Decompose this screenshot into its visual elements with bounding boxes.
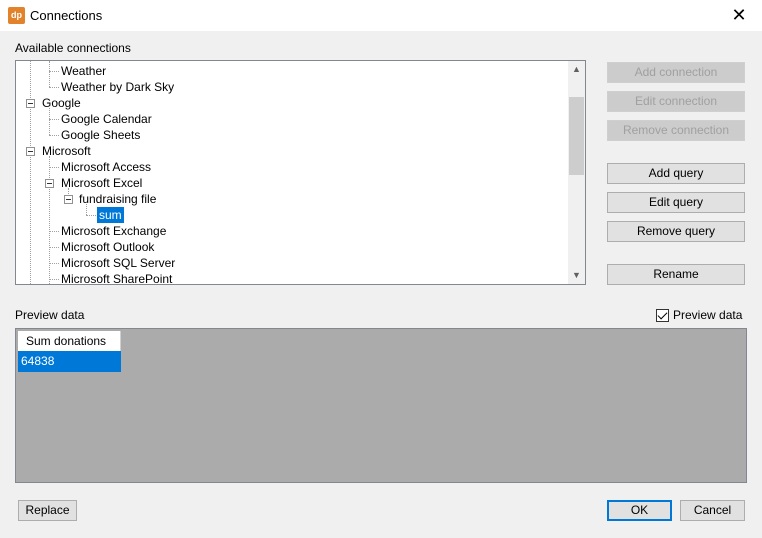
tree-item-microsoft[interactable]: Microsoft — [42, 143, 91, 159]
preview-data-checkbox-label[interactable]: Preview data — [673, 308, 742, 322]
window-title: Connections — [30, 8, 103, 23]
scroll-up-arrow-icon[interactable]: ▲ — [568, 61, 585, 78]
add-connection-button[interactable]: Add connection — [607, 62, 745, 83]
available-connections-label: Available connections — [15, 41, 131, 55]
tree-content: Weather Weather by Dark Sky Google Googl… — [16, 61, 569, 284]
tree-guide-line — [49, 71, 59, 72]
collapse-fundraising-toggle[interactable] — [64, 195, 73, 204]
close-button[interactable]: ✕ — [716, 0, 762, 31]
rename-button[interactable]: Rename — [607, 264, 745, 285]
tree-item-sum[interactable]: sum — [97, 207, 124, 223]
tree-guide-line — [49, 135, 59, 136]
tree-item-microsoft-sharepoint[interactable]: Microsoft SharePoint — [61, 271, 172, 284]
tree-guide-line — [49, 108, 50, 135]
tree-guide-line — [49, 167, 59, 168]
remove-query-button[interactable]: Remove query — [607, 221, 745, 242]
tree-guide-line — [49, 279, 59, 280]
preview-data-checkbox[interactable] — [656, 309, 669, 322]
tree-scrollbar[interactable]: ▲ ▼ — [568, 61, 585, 284]
app-logo-icon: dp — [8, 7, 25, 24]
tree-guide-line — [30, 61, 31, 284]
collapse-excel-toggle[interactable] — [45, 179, 54, 188]
scroll-down-arrow-icon[interactable]: ▼ — [568, 267, 585, 284]
grid-cell[interactable]: 64838 — [18, 351, 121, 372]
close-icon: ✕ — [731, 5, 747, 25]
collapse-microsoft-toggle[interactable] — [26, 147, 35, 156]
preview-grid[interactable]: Sum donations 64838 — [15, 328, 747, 483]
tree-item-google[interactable]: Google — [42, 95, 81, 111]
edit-connection-button[interactable]: Edit connection — [607, 91, 745, 112]
tree-item-microsoft-sql-server[interactable]: Microsoft SQL Server — [61, 255, 175, 271]
tree-guide-line — [49, 247, 59, 248]
tree-item-microsoft-outlook[interactable]: Microsoft Outlook — [61, 239, 154, 255]
collapse-google-toggle[interactable] — [26, 99, 35, 108]
add-query-button[interactable]: Add query — [607, 163, 745, 184]
connections-tree[interactable]: Weather Weather by Dark Sky Google Googl… — [15, 60, 586, 285]
tree-item-microsoft-exchange[interactable]: Microsoft Exchange — [61, 223, 166, 239]
preview-data-label: Preview data — [15, 308, 85, 322]
tree-item-fundraising-file[interactable]: fundraising file — [79, 191, 156, 207]
tree-guide-line — [86, 215, 96, 216]
column-header-sum-donations[interactable]: Sum donations — [18, 331, 121, 351]
edit-query-button[interactable]: Edit query — [607, 192, 745, 213]
tree-item-weather-dark-sky[interactable]: Weather by Dark Sky — [61, 79, 174, 95]
tree-item-google-calendar[interactable]: Google Calendar — [61, 111, 152, 127]
scroll-thumb[interactable] — [569, 97, 584, 175]
tree-item-google-sheets[interactable]: Google Sheets — [61, 127, 140, 143]
replace-button[interactable]: Replace — [18, 500, 77, 521]
remove-connection-button[interactable]: Remove connection — [607, 120, 745, 141]
tree-guide-line — [49, 156, 50, 284]
cancel-button[interactable]: Cancel — [680, 500, 745, 521]
tree-guide-line — [49, 119, 59, 120]
tree-item-microsoft-access[interactable]: Microsoft Access — [61, 159, 151, 175]
tree-item-weather[interactable]: Weather — [61, 63, 106, 79]
ok-button[interactable]: OK — [607, 500, 672, 521]
tree-guide-line — [49, 87, 59, 88]
tree-guide-line — [49, 61, 50, 87]
tree-guide-line — [49, 231, 59, 232]
tree-item-microsoft-excel[interactable]: Microsoft Excel — [61, 175, 142, 191]
title-bar: dp Connections ✕ — [0, 0, 762, 32]
tree-guide-line — [49, 263, 59, 264]
